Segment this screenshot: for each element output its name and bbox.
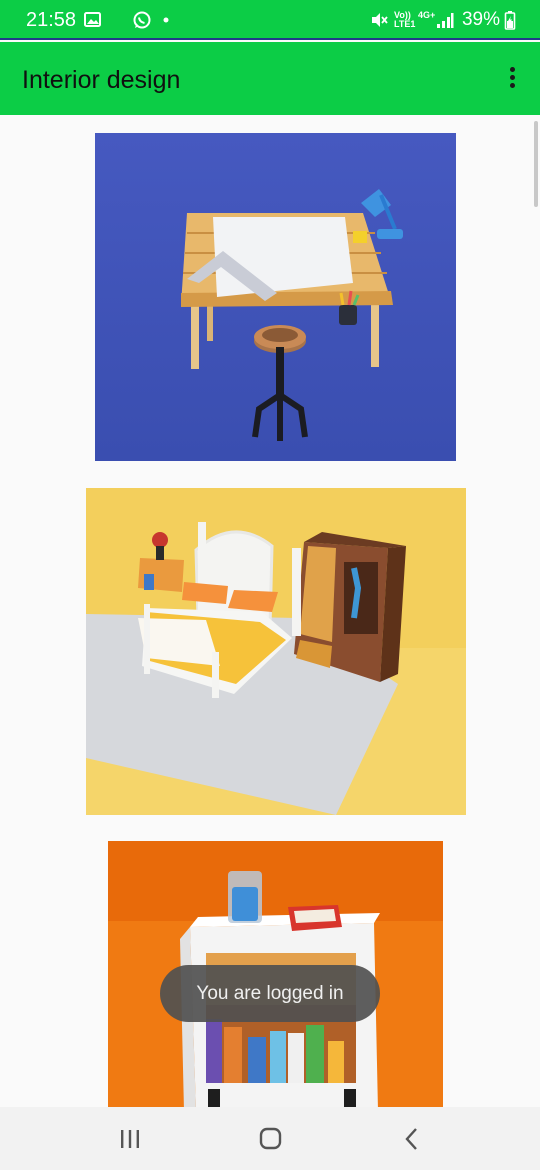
gallery-icon: [84, 12, 101, 27]
app-title: Interior design: [22, 66, 181, 94]
recents-icon[interactable]: [108, 1121, 152, 1157]
gallery-image-bedroom[interactable]: [86, 488, 466, 815]
mute-icon: [372, 13, 388, 27]
back-icon[interactable]: [390, 1121, 434, 1157]
gallery-image-drafting-table[interactable]: [95, 133, 456, 461]
volte-indicator: Vo)) LTE1: [394, 10, 416, 29]
more-vert-icon[interactable]: [500, 64, 524, 94]
notification-dot-icon: [163, 17, 169, 23]
network-type-indicator: 4G+: [418, 10, 436, 20]
app-bar: Interior design: [0, 42, 540, 115]
signal-icon: [437, 13, 454, 28]
whatsapp-icon: [133, 11, 151, 29]
battery-percentage: 39%: [461, 9, 500, 30]
status-time: 21:58: [26, 9, 77, 31]
image-gallery[interactable]: [0, 115, 540, 1107]
toast-message: You are logged in: [160, 965, 380, 1022]
battery-icon: [504, 11, 516, 30]
status-bar: 21:58 Vo)) LTE1 4G+ 39%: [0, 0, 540, 40]
navigation-bar: [0, 1107, 540, 1170]
scrollbar[interactable]: [534, 121, 538, 207]
home-icon[interactable]: [248, 1121, 292, 1157]
